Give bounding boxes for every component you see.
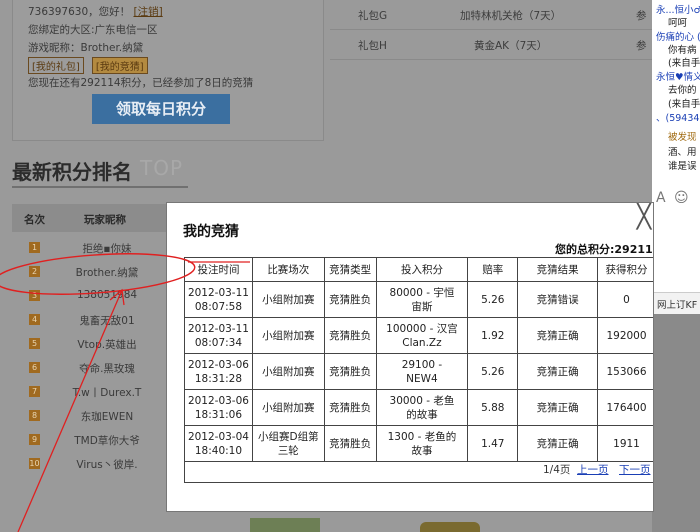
odds-cell: 5.26	[467, 353, 519, 390]
user-tags: [我的礼包] [我的竞猜]	[28, 57, 156, 74]
chat-line: 去你的	[668, 85, 697, 96]
chat-line: (来自手	[668, 58, 700, 69]
my-guess-link[interactable]: [我的竞猜]	[91, 57, 148, 74]
ranking-row: 9 TMD草你大爷	[12, 429, 188, 450]
match-cell: 小组附加赛	[251, 281, 325, 318]
ranking-title: 最新积分排名	[12, 160, 132, 184]
game-name-text: 游戏昵称：Brother.纳黛	[28, 42, 144, 54]
col-match: 比赛场次	[251, 257, 325, 282]
dialog-title: 我的竞猜	[183, 224, 239, 240]
type-cell: 竞猜胜负	[323, 281, 377, 318]
ranking-row: 2 Brother.纳黛	[12, 261, 188, 282]
chat-line: 伤痛的心 (	[656, 32, 700, 43]
prev-page-link[interactable]: 上一页	[577, 462, 609, 477]
points-text: 您现在还有292114积分，已经参加了8日的竞猜	[28, 77, 254, 89]
ranking-row: 10 Virus丶彼岸.	[29, 458, 138, 471]
type-cell: 竞猜胜负	[323, 317, 377, 354]
col-result: 竞猜结果	[517, 257, 599, 282]
odds-cell: 5.88	[467, 389, 519, 426]
table-row: 2012-03-11 08:07:34 小组附加赛 竞猜胜负 100000 - 汉…	[184, 317, 653, 354]
total-points: 您的总积分:292114	[555, 243, 654, 256]
type-cell: 竞猜胜负	[323, 353, 377, 390]
points-cell: 153066	[597, 353, 653, 390]
emoji-icon[interactable]: ☺	[674, 190, 689, 206]
ranking-divider	[12, 186, 188, 188]
bet-cell: 30000 - 老鱼 的故事	[375, 389, 469, 426]
gift-table: 礼包G 加特林机关枪（7天） 参 礼包H 黄金AK（7天） 参	[330, 0, 652, 60]
chat-line: 你有病	[668, 45, 697, 56]
chat-line: 永...恒小♂	[656, 5, 700, 16]
result-cell: 竞猜正确	[517, 353, 599, 390]
gift-row: 礼包H 黄金AK（7天） 参	[330, 30, 652, 60]
user-greeting: 736397630，您好！ [注销]	[28, 6, 163, 18]
bet-cell: 29100 - NEW4	[375, 353, 469, 390]
col-odds: 赔率	[467, 257, 519, 282]
col-earned: 获得积分	[597, 257, 653, 282]
bet-cell: 100000 - 汉宫 Clan.Zz	[375, 317, 469, 354]
bet-time-cell: 2012-03-06 18:31:06	[184, 389, 253, 426]
chat-footer-text[interactable]: 网上订KF	[657, 297, 697, 311]
table-row: 2012-03-06 18:31:28 小组附加赛 竞猜胜负 29100 - NEW…	[184, 353, 653, 390]
bet-time-cell: 2012-03-11 08:07:58	[184, 281, 253, 318]
close-icon[interactable]: ╳	[634, 203, 653, 229]
chat-line: 被发现	[668, 132, 697, 143]
table-header: 投注时间 比赛场次 竞猜类型 投入积分 赔率 竞猜结果 获得积分	[184, 257, 653, 282]
result-cell: 竞猜错误	[517, 281, 599, 318]
ranking-row: 7 T.w丨Durex.T	[12, 381, 188, 402]
ranking-header: 名次 玩家昵称	[12, 204, 188, 232]
pagination: 1/4页 上一页 下一页	[184, 456, 653, 483]
chat-line: 永恒♥情义	[656, 72, 700, 83]
ranking-row: 8 东珈EWEN	[12, 405, 188, 426]
chat-line: 呵呵	[668, 18, 688, 29]
ranking-top-label: TOP	[140, 156, 184, 180]
chat-toolbar: A ☺	[656, 190, 689, 206]
daily-points-button[interactable]: 领取每日积分	[92, 94, 230, 124]
result-cell: 竞猜正确	[517, 317, 599, 354]
bet-time-cell: 2012-03-11 08:07:34	[184, 317, 253, 354]
ranking-row: 3 138051984	[12, 285, 188, 306]
ranking-row: 5 Vtop.英雄出	[12, 333, 188, 354]
points-cell: 176400	[597, 389, 653, 426]
ranking-row: 4 鬼畜无敌01	[12, 309, 188, 330]
ranking-row: 1 拒绝▪你妹	[12, 237, 188, 258]
points-cell: 192000	[597, 317, 653, 354]
guess-table: 投注时间 比赛场次 竞猜类型 投入积分 赔率 竞猜结果 获得积分 2012-03…	[184, 257, 653, 462]
col-bet-points: 投入积分	[375, 257, 469, 282]
col-bet-time: 投注时间	[184, 257, 253, 282]
region-text: 您绑定的大区:广东电信一区	[28, 24, 158, 36]
font-icon[interactable]: A	[656, 190, 666, 206]
match-cell: 小组附加赛	[251, 389, 325, 426]
bottom-banner	[250, 518, 320, 532]
logout-link[interactable]: [注销]	[133, 6, 162, 18]
odds-cell: 5.26	[467, 281, 519, 318]
chat-footer: 网上订KF	[652, 292, 700, 315]
points-cell: 0	[597, 281, 653, 318]
bet-time-cell: 2012-03-06 18:31:28	[184, 353, 253, 390]
match-cell: 小组附加赛	[251, 317, 325, 354]
chat-line: 、(59434	[656, 113, 700, 124]
odds-cell: 1.92	[467, 317, 519, 354]
bottom-banner-2	[420, 522, 480, 532]
type-cell: 竞猜胜负	[323, 389, 377, 426]
chat-line: 酒、用	[668, 147, 697, 158]
chat-lower-area	[652, 314, 700, 532]
col-guess-type: 竞猜类型	[323, 257, 377, 282]
gift-row: 礼包G 加特林机关枪（7天） 参	[330, 0, 652, 30]
table-row: 2012-03-06 18:31:06 小组附加赛 竞猜胜负 30000 - 老鱼…	[184, 389, 653, 426]
result-cell: 竞猜正确	[517, 389, 599, 426]
next-page-link[interactable]: 下一页	[619, 462, 651, 477]
my-gifts-link[interactable]: [我的礼包]	[28, 57, 84, 74]
my-guess-dialog: 我的竞猜 ╳ 您的总积分:292114 投注时间 比赛场次 竞猜类型 投入积分 …	[166, 202, 654, 512]
match-cell: 小组附加赛	[251, 353, 325, 390]
chat-line: 谁是误	[668, 161, 697, 172]
page-indicator: 1/4页	[543, 464, 571, 476]
ranking-row: 6 夺命.黑玫瑰	[12, 357, 188, 378]
table-row: 2012-03-11 08:07:58 小组附加赛 竞猜胜负 80000 - 宇恒…	[184, 281, 653, 318]
chat-line: (来自手	[668, 99, 700, 110]
bet-cell: 80000 - 宇恒 宙斯	[375, 281, 469, 318]
